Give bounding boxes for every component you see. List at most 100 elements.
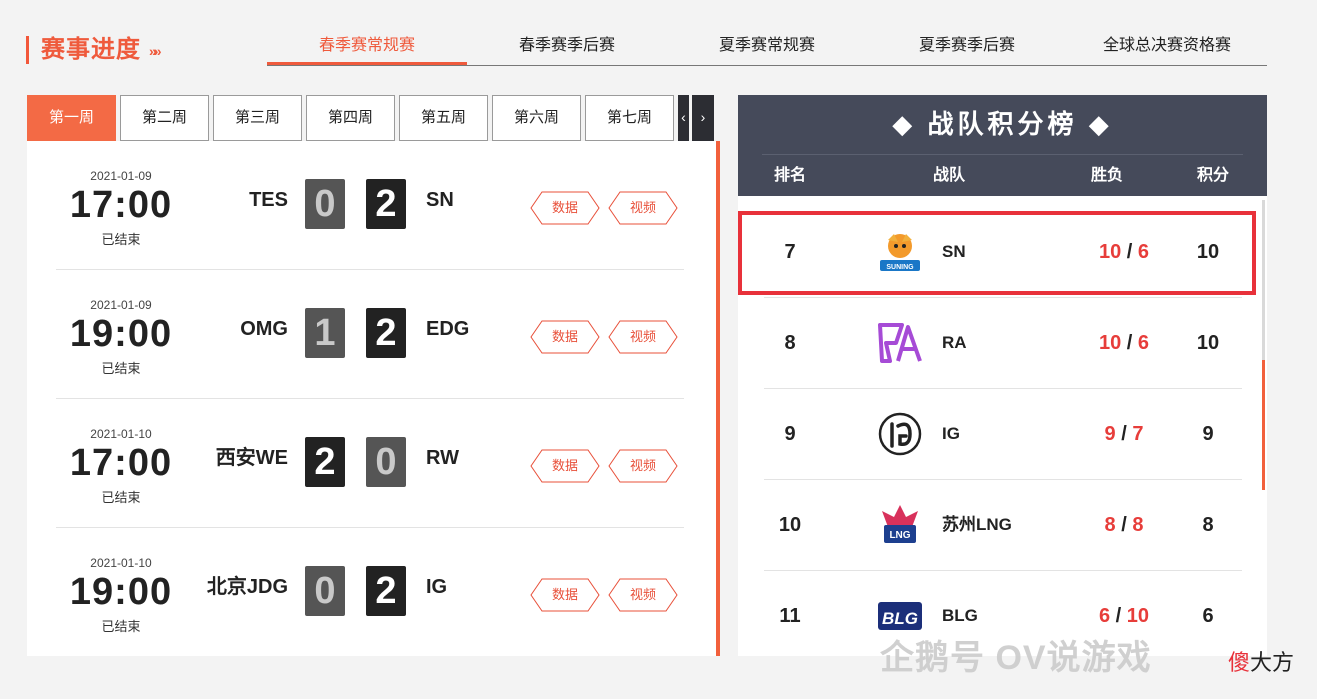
- data-button[interactable]: 数据: [530, 320, 600, 354]
- match-time: 17:00: [69, 442, 173, 484]
- col-rank: 排名: [774, 167, 807, 184]
- video-button[interactable]: 视频: [608, 449, 678, 483]
- standings-panel: ◆ 战队积分榜 ◆ 排名 战队 胜负 积分 7 SUNING SN 10 / 6…: [738, 95, 1267, 656]
- svg-text:BLG: BLG: [882, 609, 918, 628]
- video-button-label: 视频: [629, 587, 656, 602]
- week-tab-7[interactable]: 第七周: [585, 95, 674, 141]
- team-b-score: 2: [366, 566, 406, 616]
- losses: 8: [1132, 514, 1144, 536]
- ra-logo-icon: [876, 321, 924, 365]
- team-b-score: 2: [366, 179, 406, 229]
- week-tab-5[interactable]: 第五周: [399, 95, 488, 141]
- match-status: 已结束: [101, 361, 141, 376]
- slash: /: [1115, 605, 1122, 627]
- tab-spring-playoffs[interactable]: 春季赛季后赛: [467, 28, 667, 65]
- watermark-badge-red: 傻: [1228, 650, 1251, 675]
- match-row: 2021-01-10 19:00 已结束 北京JDG 0 2 IG 数据 视频: [56, 528, 684, 657]
- data-button[interactable]: 数据: [530, 191, 600, 225]
- match-status: 已结束: [101, 232, 141, 247]
- video-button[interactable]: 视频: [608, 578, 678, 612]
- video-button[interactable]: 视频: [608, 320, 678, 354]
- wins: 8: [1104, 514, 1116, 536]
- match-date: 2021-01-09: [90, 169, 152, 183]
- match-list-scrollbar[interactable]: [716, 141, 720, 656]
- week-tab-4[interactable]: 第四周: [306, 95, 395, 141]
- match-date: 2021-01-09: [90, 298, 152, 312]
- tab-spring-regular[interactable]: 春季赛常规赛: [267, 28, 467, 65]
- rank-number: 10: [778, 514, 802, 536]
- team-a-name: 西安WE: [215, 447, 288, 469]
- match-row: 2021-01-09 19:00 已结束 OMG 1 2 EDG 数据 视频: [56, 270, 684, 399]
- team-a-score: 2: [305, 437, 345, 487]
- team-a-name: TES: [249, 189, 288, 211]
- wins: 6: [1098, 605, 1111, 627]
- match-time: 19:00: [69, 313, 173, 355]
- highlight-box: [738, 211, 1256, 295]
- week-tab-3[interactable]: 第三周: [213, 95, 302, 141]
- tab-worlds-qualifier[interactable]: 全球总决赛资格赛: [1067, 28, 1267, 65]
- losses: 7: [1132, 423, 1144, 445]
- rank-number: 9: [784, 423, 796, 445]
- season-tabs: 春季赛常规赛 春季赛季后赛 夏季赛常规赛 夏季赛季后赛 全球总决赛资格赛: [267, 28, 1267, 66]
- points: 10: [1196, 332, 1220, 354]
- team-b-name: IG: [426, 576, 448, 598]
- team-a-score: 1: [305, 308, 345, 358]
- match-panel: 第一周 第二周 第三周 第四周 第五周 第六周 第七周 ‹ › 2021-01-…: [27, 95, 720, 656]
- rank-number: 11: [779, 605, 801, 627]
- tab-summer-playoffs[interactable]: 夏季赛季后赛: [867, 28, 1067, 65]
- wins: 10: [1098, 332, 1122, 354]
- match-date: 2021-01-10: [90, 427, 152, 441]
- tab-summer-regular[interactable]: 夏季赛常规赛: [667, 28, 867, 65]
- standings-row[interactable]: 10 LNG 苏州LNG 8 / 8 8: [764, 480, 1242, 571]
- win-loss: 10 / 6: [1054, 298, 1194, 388]
- video-button-label: 视频: [629, 329, 656, 344]
- data-button-label: 数据: [551, 587, 578, 602]
- standings-row[interactable]: 9 IG 9 / 7 9: [764, 389, 1242, 480]
- team-b-score: 0: [366, 437, 406, 487]
- standings-scrollbar-upper[interactable]: [1262, 200, 1265, 360]
- team-b-name: RW: [426, 447, 459, 469]
- video-button-label: 视频: [629, 200, 656, 215]
- team-b-name: EDG: [426, 318, 470, 340]
- slash: /: [1121, 514, 1127, 536]
- points: 9: [1202, 423, 1214, 445]
- wins: 9: [1104, 423, 1116, 445]
- svg-text:LNG: LNG: [889, 530, 910, 541]
- week-tab-6[interactable]: 第六周: [492, 95, 581, 141]
- page-title: 赛事进度 »»: [26, 36, 161, 64]
- col-record: 胜负: [1091, 167, 1124, 184]
- data-button-label: 数据: [551, 200, 578, 215]
- team-a-score: 0: [305, 179, 345, 229]
- data-button[interactable]: 数据: [530, 449, 600, 483]
- win-loss: 9 / 7: [1054, 389, 1194, 479]
- video-button[interactable]: 视频: [608, 191, 678, 225]
- match-row: 2021-01-09 17:00 已结束 TES 0 2 SN 数据 视频: [56, 141, 684, 270]
- col-points: 积分: [1197, 167, 1230, 184]
- match-status: 已结束: [101, 490, 141, 505]
- team-name: RA: [942, 333, 967, 352]
- double-chevron-icon: »»: [149, 42, 161, 59]
- data-button[interactable]: 数据: [530, 578, 600, 612]
- slash: /: [1126, 332, 1133, 354]
- watermark-text: 企鹅号 OV说游戏: [880, 639, 1152, 677]
- standings-scrollbar-thumb[interactable]: [1262, 360, 1265, 490]
- week-prev-button[interactable]: ‹: [678, 95, 689, 141]
- page-title-text: 赛事进度: [41, 36, 141, 63]
- week-tab-1[interactable]: 第一周: [27, 95, 116, 141]
- standings-row[interactable]: 8 RA 10 / 6 10: [764, 298, 1242, 389]
- team-name: IG: [942, 424, 960, 443]
- team-a-score: 0: [305, 566, 345, 616]
- win-loss: 8 / 8: [1054, 480, 1194, 570]
- points: 6: [1202, 605, 1214, 627]
- week-tab-2[interactable]: 第二周: [120, 95, 209, 141]
- col-team: 战队: [933, 167, 966, 184]
- watermark-badge: 傻大方: [1228, 645, 1294, 677]
- lng-logo-icon: LNG: [876, 503, 924, 547]
- slash: /: [1121, 423, 1127, 445]
- team-name: 苏州LNG: [942, 515, 1012, 534]
- team-a-name: 北京JDG: [206, 576, 288, 598]
- match-status: 已结束: [101, 619, 141, 634]
- week-next-button[interactable]: ›: [692, 95, 714, 141]
- rank-number: 8: [784, 332, 796, 354]
- data-button-label: 数据: [551, 329, 578, 344]
